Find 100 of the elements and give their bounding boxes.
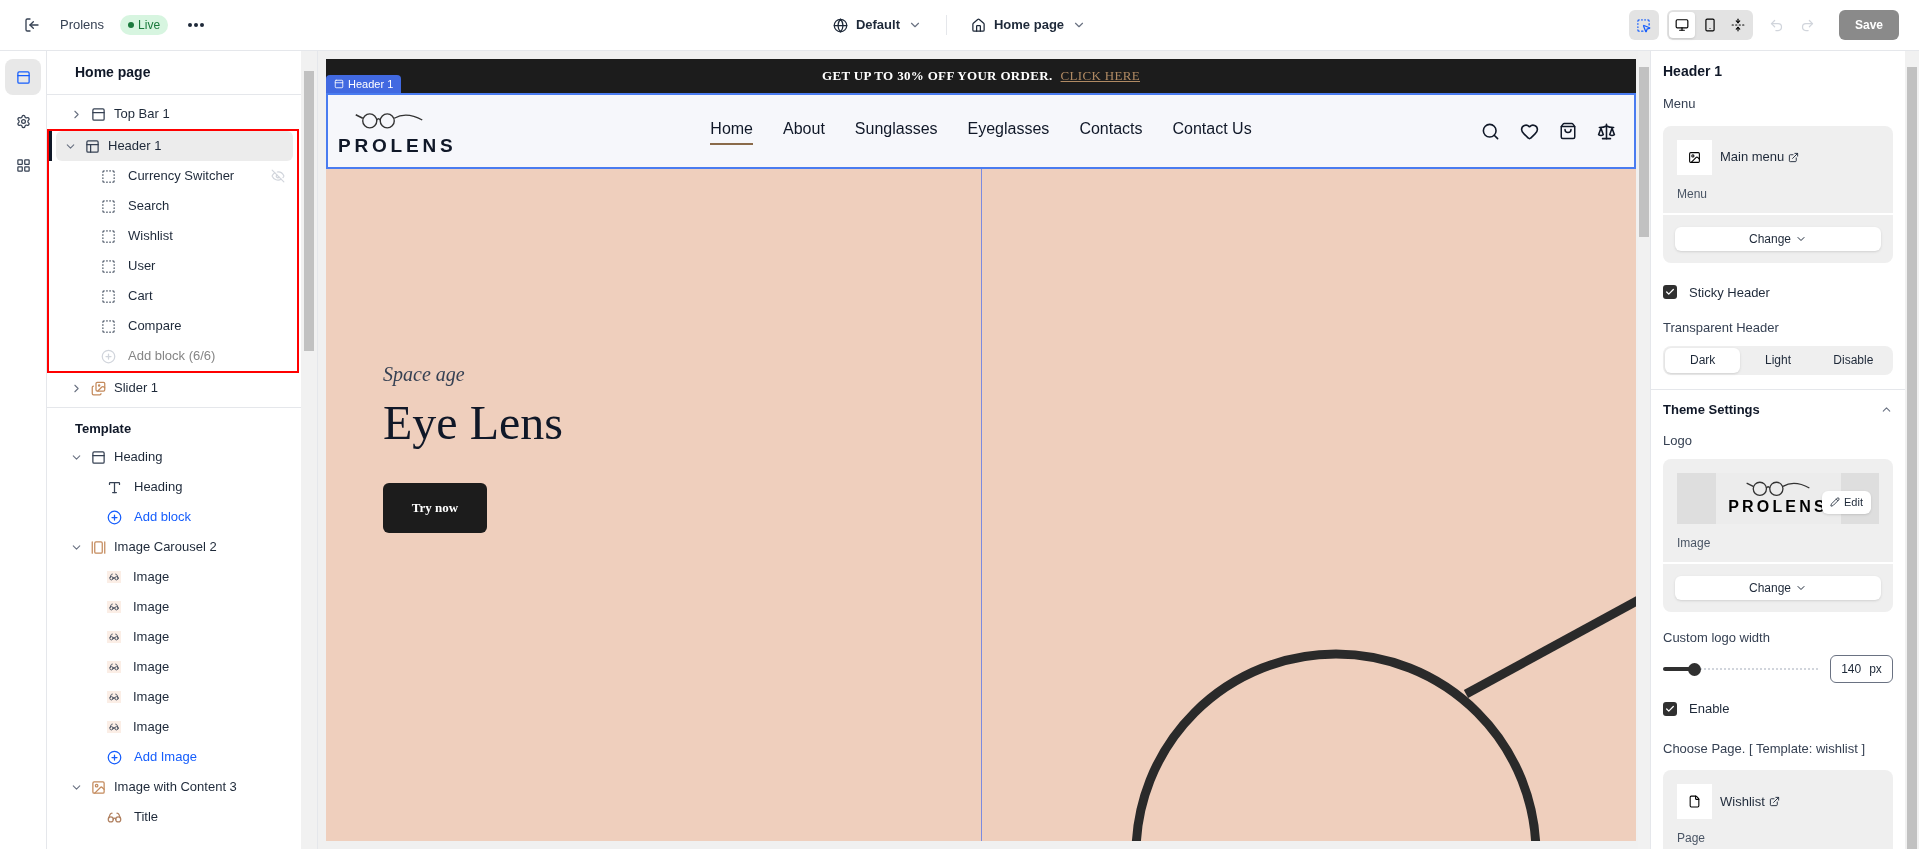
nav-link[interactable]: Eyeglasses <box>967 117 1050 145</box>
hero-title: Eye Lens <box>383 395 563 451</box>
inspect-icon <box>1636 17 1652 33</box>
status-badge: Live <box>120 15 169 35</box>
block-icon <box>101 168 116 184</box>
field-label: Menu <box>1663 95 1697 113</box>
section-icon <box>91 779 106 795</box>
width-slider[interactable] <box>1663 662 1818 676</box>
theme-dropdown[interactable]: Default <box>832 15 922 35</box>
store-name: Prolens <box>60 16 105 35</box>
tree-item[interactable]: Search <box>49 191 298 221</box>
logo-text: PROLENS <box>338 135 457 155</box>
section-icon <box>91 539 106 555</box>
segment-option[interactable]: Dark <box>1665 347 1741 373</box>
page-icon <box>1688 795 1701 808</box>
sections-tab[interactable] <box>5 59 41 95</box>
field-label: Custom logo width <box>1663 628 1771 647</box>
add-icon <box>107 749 122 765</box>
hero-subtitle: Space age <box>383 362 466 388</box>
block-icon <box>101 288 116 304</box>
nav-link[interactable]: Contacts <box>1079 117 1143 145</box>
inspect-button[interactable] <box>1628 10 1659 40</box>
search-icon[interactable] <box>1481 121 1500 141</box>
tree-item[interactable]: Add Image <box>55 742 302 772</box>
check-icon <box>1665 703 1675 714</box>
checkbox-row[interactable]: Enable <box>1663 699 1893 719</box>
page-dropdown[interactable]: Home page <box>971 15 1087 35</box>
tree-item[interactable]: User <box>49 251 298 281</box>
field-label: Logo <box>1663 432 1693 450</box>
tree-section[interactable]: Slider 1 <box>62 373 298 403</box>
settings-title: Header 1 <box>1663 62 1724 81</box>
fullscreen-icon <box>1730 18 1745 32</box>
tree-item[interactable]: Image <box>55 682 302 712</box>
section-icon <box>85 138 100 154</box>
section-icon <box>91 449 106 465</box>
site-logo[interactable]: PROLENS <box>338 107 638 155</box>
scale-icon[interactable] <box>1597 121 1616 141</box>
section-tag: Header 1 <box>326 75 402 93</box>
tree-item[interactable]: Cart <box>49 281 298 311</box>
change-button[interactable]: Change <box>1675 226 1881 251</box>
tree-item[interactable]: Compare <box>49 311 298 341</box>
menu-link[interactable]: Main menu <box>1720 147 1800 167</box>
tree-item[interactable]: Image <box>55 562 302 592</box>
resource-type: Page <box>1677 830 1707 847</box>
heart-icon[interactable] <box>1520 121 1539 141</box>
tree-item[interactable]: Heading <box>55 472 302 502</box>
nav-link[interactable]: Home <box>710 117 753 145</box>
width-input[interactable]: 140 px <box>1830 655 1893 683</box>
theme-settings-header[interactable]: Theme Settings <box>1663 399 1893 419</box>
tree-item[interactable]: Image <box>55 622 302 652</box>
try-now-button[interactable]: Try now <box>383 483 487 533</box>
text-icon <box>107 479 122 495</box>
segment-option[interactable]: Light <box>1740 347 1816 373</box>
desktop-icon <box>1674 18 1689 32</box>
add-icon <box>101 348 116 364</box>
nav-link[interactable]: Sunglasses <box>854 117 938 145</box>
checkbox[interactable] <box>1663 701 1677 716</box>
template-heading: Template <box>74 420 133 439</box>
more-icon <box>188 23 205 27</box>
mobile-icon <box>1702 18 1717 32</box>
tree-item[interactable]: Wishlist <box>49 221 298 251</box>
page-link[interactable]: Wishlist <box>1720 791 1780 812</box>
pencil-icon <box>1830 497 1841 507</box>
tree-section[interactable]: Top Bar 1 <box>62 99 298 129</box>
field-label: Transparent Header <box>1663 319 1780 337</box>
bag-icon[interactable] <box>1559 122 1577 140</box>
external-link-icon <box>1788 151 1800 163</box>
globe-icon <box>832 17 848 33</box>
checkbox[interactable] <box>1663 285 1677 300</box>
block-icon <box>101 318 116 334</box>
tree-section[interactable]: Header 1 <box>56 131 294 161</box>
tree-item[interactable]: Title <box>55 802 302 832</box>
tree-item[interactable]: Image <box>55 652 302 682</box>
change-button[interactable]: Change <box>1675 575 1881 600</box>
tree-item[interactable]: Add block <box>55 502 302 532</box>
tree-item[interactable]: Currency Switcher <box>49 161 298 191</box>
block-icon <box>101 258 116 274</box>
scrollbar[interactable] <box>1905 51 1919 849</box>
promo-link[interactable]: CLICK HERE <box>1060 66 1140 86</box>
section-icon <box>91 380 106 396</box>
apps-icon <box>15 157 31 173</box>
block-icon <box>101 228 116 244</box>
edit-button[interactable]: Edit <box>1822 490 1871 514</box>
resource-type: Image <box>1677 534 1712 552</box>
sections-icon <box>15 69 31 85</box>
section-icon <box>334 79 344 89</box>
check-icon <box>1665 287 1675 298</box>
tree-item[interactable]: Image <box>55 712 302 742</box>
checkbox-row[interactable]: Sticky Header <box>1663 282 1893 302</box>
desktop-view-button[interactable] <box>1668 12 1695 38</box>
tree-item[interactable]: Image <box>55 592 302 622</box>
tree-section[interactable]: Image Carousel 2 <box>62 532 298 562</box>
scrollbar[interactable] <box>301 51 317 849</box>
nav-link[interactable]: About <box>783 117 825 145</box>
field-label: Choose Page. [ Template: wishlist ] <box>1663 739 1867 758</box>
nav-link[interactable]: Contact Us <box>1172 117 1252 145</box>
tree-section[interactable]: Image with Content 3 <box>62 772 298 802</box>
segment-option[interactable]: Disable <box>1815 347 1891 373</box>
slider-thumb[interactable] <box>1688 662 1701 676</box>
tree-section[interactable]: Heading <box>62 442 298 472</box>
